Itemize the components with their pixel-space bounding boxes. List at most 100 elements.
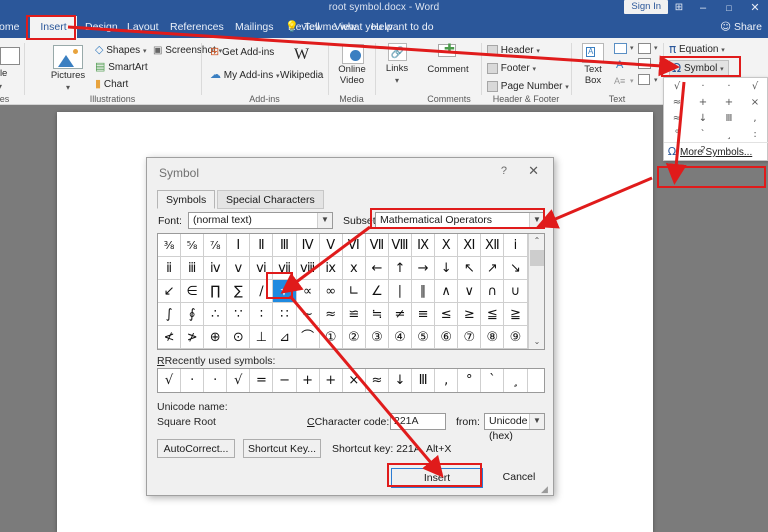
symbol-cell[interactable]: ↘ [504,257,528,280]
symbol-cell[interactable]: ≈ [319,303,343,326]
symbol-cell[interactable]: ≡ [412,303,436,326]
recent-symbol-cell[interactable]: ° [458,369,482,392]
symbol-cell[interactable]: Ⅶ [365,234,389,257]
recent-symbol-cell[interactable]: √ [158,369,182,392]
tell-me-search[interactable]: Tell me what you want to do [304,16,434,38]
header-button[interactable]: Header ▾ [487,43,540,58]
tab-symbols[interactable]: Symbols [157,190,216,209]
symbol-caret[interactable]: ▾ [720,66,724,73]
symbol-menu-cell[interactable]: ≈ [664,95,690,111]
symbol-menu-cell[interactable]: × [742,95,768,111]
online-video-label-1[interactable]: Online [329,65,375,75]
symbol-grid[interactable]: ⅜ ⅝ ⅞ Ⅰ Ⅱ Ⅲ Ⅳ Ⅴ Ⅵ Ⅶ Ⅷ Ⅸ Ⅹ Ⅺ Ⅻ ⅰ ⅱ ⅲ ⅳ ⅴ … [157,233,545,350]
close-icon[interactable]: ✕ [528,163,539,179]
wordart-icon[interactable] [638,43,651,54]
footer-caret[interactable]: ▾ [532,66,536,73]
symbol-cell[interactable]: ⑤ [412,326,436,349]
symbol-cell[interactable]: ⅲ [181,257,205,280]
maximize-button[interactable]: □ [716,0,742,16]
links-caret[interactable]: ▾ [395,76,399,85]
footer-button[interactable]: Footer ▾ [487,61,536,76]
wikipedia-label[interactable]: Wikipedia [280,68,323,83]
symbol-cell[interactable]: Ⅱ [250,234,274,257]
symbol-cell[interactable]: ∣ [388,280,413,303]
drop-cap-icon[interactable]: A [616,59,623,71]
symbol-cell[interactable]: ⑦ [458,326,482,349]
symbol-menu-cell[interactable]: + [716,95,742,111]
tab-references[interactable]: References [163,16,231,38]
symbol-cell[interactable]: ∈ [181,280,205,303]
recent-symbol-cell[interactable]: ¸ [504,369,528,392]
recent-symbol-cell[interactable]: ≈ [366,369,389,392]
text-box-icon[interactable]: A [582,43,604,63]
recent-symbol-cell[interactable]: + [320,369,343,392]
shapes-button[interactable]: ◇ Shapes ▾ [95,43,146,58]
symbol-cell[interactable]: ⌒ [296,326,320,349]
recent-symbol-cell[interactable]: , [435,369,459,392]
chevron-down-icon[interactable]: ▼ [529,213,544,228]
text-box-label-2[interactable]: Box [570,76,616,86]
symbol-cell[interactable]: ⅳ [204,257,228,280]
symbol-cell[interactable]: ⅴ [227,257,251,280]
online-video-label-2[interactable]: Video [329,76,375,86]
header-caret[interactable]: ▾ [536,48,540,55]
subset-select[interactable]: Mathematical Operators ▼ [375,212,545,229]
symbol-cell[interactable]: → [412,257,436,280]
my-addins-button[interactable]: ☁ My Add-ins ▾ [210,68,280,83]
pictures-dropdown-caret[interactable]: ▾ [66,83,70,92]
date-time-icon[interactable] [638,58,651,69]
symbol-cell[interactable]: ⑥ [435,326,459,349]
symbol-cell[interactable]: ⑨ [504,326,528,349]
pictures-icon[interactable] [53,45,83,69]
symbol-menu-cell[interactable]: √ [742,79,768,95]
symbol-cell[interactable]: ← [365,257,389,280]
symbol-cell[interactable]: ⊥ [250,326,274,349]
symbol-cell[interactable]: ∞ [319,280,343,303]
ribbon-display-options-icon[interactable]: ⊞ [666,0,692,16]
symbol-cell[interactable]: Ⅰ [227,234,251,257]
sign-in-button[interactable]: Sign In [624,0,668,14]
symbol-cell[interactable]: ② [342,326,366,349]
symbol-menu-cell[interactable]: , [742,111,768,127]
comment-icon[interactable]: ✚ [438,42,458,61]
symbol-cell[interactable]: ∧ [435,280,459,303]
quick-parts-icon[interactable] [614,43,627,54]
symbol-cell[interactable]: ≥ [458,303,482,326]
symbol-menu-cell[interactable]: ≈ [664,111,690,127]
comment-label[interactable]: Comment [425,65,471,75]
symbol-menu-cell[interactable]: · [716,79,742,95]
symbol-cell[interactable]: ≠ [388,303,413,326]
page-number-button[interactable]: Page Number ▾ [487,79,569,94]
equation-caret[interactable]: ▾ [721,47,725,54]
smartart-button[interactable]: ▤ SmartArt [95,60,148,75]
tab-insert[interactable]: Insert [30,16,77,38]
symbol-menu-cell[interactable]: + [690,95,716,111]
scroll-up-icon[interactable]: ⌃ [529,234,545,248]
tab-mailings[interactable]: Mailings [228,16,281,38]
symbol-menu-cell[interactable]: √ [664,79,690,95]
symbol-cell[interactable]: ⑧ [481,326,505,349]
scroll-down-icon[interactable]: ⌄ [529,335,545,349]
symbol-cell[interactable]: ⅹ [342,257,366,280]
symbol-cell[interactable]: ∴ [204,303,228,326]
symbol-cell[interactable]: ↓ [435,257,459,280]
symbol-cell[interactable]: ≧ [504,303,528,326]
quick-parts-caret[interactable]: ▾ [630,44,634,52]
recent-symbol-cell[interactable]: √ [227,369,251,392]
recent-symbol-cell[interactable]: = [250,369,274,392]
table-dropdown-caret[interactable]: ▾ [0,82,2,91]
chart-button[interactable]: ▮ Chart [95,77,128,92]
symbol-cell[interactable]: Ⅻ [481,234,505,257]
symbol-cell[interactable]: Ⅴ [319,234,343,257]
symbol-cell[interactable]: ≦ [481,303,505,326]
symbol-cell[interactable]: ① [319,326,343,349]
symbol-menu-cell[interactable]: ↓ [690,111,716,127]
symbol-menu-cell[interactable]: · [690,79,716,95]
symbol-dialog[interactable]: Symbol ? ✕ Symbols Special Characters Fo… [146,157,554,496]
symbol-cell[interactable]: ⅵ [250,257,274,280]
symbol-cell[interactable]: ≒ [365,303,389,326]
symbol-cell-selected[interactable]: √ [273,280,297,303]
minimize-button[interactable]: – [690,0,716,16]
table-icon[interactable] [0,47,20,65]
symbol-cell[interactable]: ↑ [388,257,413,280]
